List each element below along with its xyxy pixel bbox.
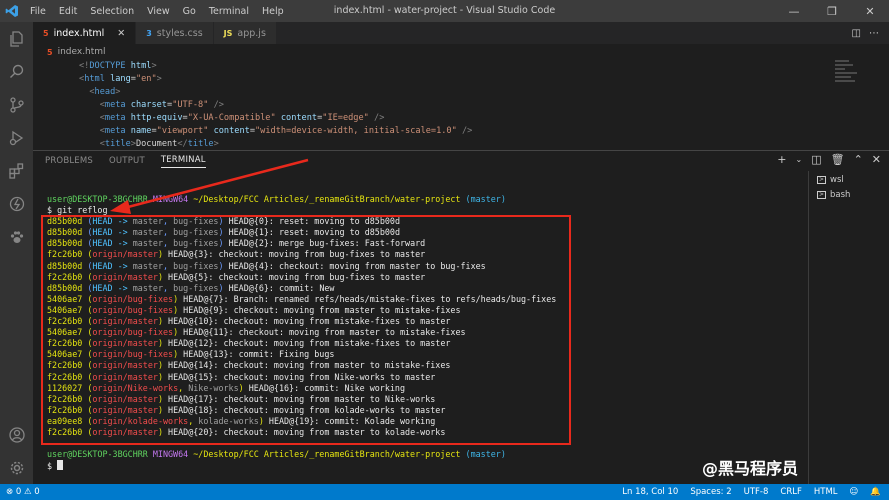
terminal-label: wsl [830,174,844,185]
code-line: <meta http-equiv="X-UA-Compatible" conte… [99,113,385,123]
breadcrumb-file[interactable]: index.html [58,47,106,57]
trash-icon[interactable]: 🗑 [831,153,845,166]
close-panel-icon[interactable]: ✕ [872,153,881,166]
error-icon: ⊗ [6,487,14,497]
problems-status[interactable]: ⊗ 0 ⚠ 0 [6,487,40,497]
tab-app-js[interactable]: JS app.js [213,22,277,44]
restore-icon[interactable]: ❐ [813,0,851,22]
chevron-down-icon[interactable]: ⌄ [795,155,802,166]
tab-styles-css[interactable]: 3 styles.css [136,22,214,44]
terminal-prompt: user@DESKTOP-3BGCHRR MINGW64 ~/Desktop/F… [47,449,506,459]
title-bar: File Edit Selection View Go Terminal Hel… [0,0,889,22]
indentation[interactable]: Spaces: 2 [690,487,731,497]
terminal-prompt: user@DESKTOP-3BGCHRR MINGW64 ~/Desktop/F… [47,194,506,204]
panel-tabs: PROBLEMS OUTPUT TERMINAL [33,151,889,171]
extensions-icon[interactable] [0,154,33,187]
encoding[interactable]: UTF-8 [744,487,769,497]
menu-selection[interactable]: Selection [90,6,134,17]
menu-help[interactable]: Help [262,6,284,17]
menu-terminal[interactable]: Terminal [209,6,249,17]
minimize-icon[interactable]: — [775,0,813,22]
minimap[interactable] [835,60,859,94]
line-ending[interactable]: CRLF [780,487,801,497]
split-editor-icon[interactable]: ◫ [852,28,861,39]
warning-icon: ⚠ [23,487,32,497]
js-file-icon: JS [223,28,233,38]
code-line: <html lang="en"> [79,74,162,84]
code-line: <!DOCTYPE html> [79,61,157,71]
menu-bar: File Edit Selection View Go Terminal Hel… [30,6,284,17]
account-icon[interactable] [0,418,33,451]
terminal-item-wsl[interactable]: > wsl [809,173,889,186]
terminal-final-prompt[interactable]: user@DESKTOP-3BGCHRR MINGW64 ~/Desktop/F… [47,449,797,471]
terminal-item-bash[interactable]: > bash [809,188,889,201]
new-terminal-icon[interactable]: + [777,153,786,166]
language-mode[interactable]: HTML [814,487,838,497]
tab-index-html[interactable]: 5 index.html ✕ [33,22,137,44]
menu-file[interactable]: File [30,6,46,17]
window-controls: — ❐ ✕ [775,0,889,22]
menu-edit[interactable]: Edit [59,6,77,17]
tab-label: app.js [237,27,266,39]
search-icon[interactable] [0,55,33,88]
menu-view[interactable]: View [147,6,170,17]
terminal-cursor [57,460,64,471]
more-actions-icon[interactable]: ⋯ [869,28,879,39]
vscode-logo-icon [0,0,24,22]
code-line: <head> [89,87,121,97]
split-terminal-icon[interactable]: ◫ [811,153,821,166]
run-debug-icon[interactable] [0,121,33,154]
editor-tabs: 5 index.html ✕ 3 styles.css JS app.js ◫ … [33,22,889,44]
panel-actions: + ⌄ ◫ 🗑 ⌃ ✕ [777,153,881,166]
terminal-icon: > [817,190,826,199]
notifications-icon[interactable]: 🔔 [870,487,881,497]
terminal-icon: > [817,175,826,184]
code-line: <meta charset="UTF-8" /> [99,100,224,110]
remote-explorer-icon[interactable] [0,187,33,220]
settings-gear-icon[interactable] [0,451,33,484]
css-file-icon: 3 [146,28,152,38]
breadcrumb: 5 index.html [33,44,889,60]
close-icon[interactable]: ✕ [851,0,889,22]
terminal-list: > wsl > bash [808,171,889,485]
menu-go[interactable]: Go [183,6,196,17]
paw-extension-icon[interactable] [0,220,33,253]
status-bar: ⊗ 0 ⚠ 0 Ln 18, Col 10 Spaces: 2 UTF-8 CR… [0,484,889,500]
code-editor[interactable]: <!DOCTYPE html> <html lang="en"> <head> … [33,60,889,150]
terminal-label: bash [830,189,851,200]
editor-actions: ◫ ⋯ [852,22,889,44]
cursor-position[interactable]: Ln 18, Col 10 [622,487,678,497]
source-control-icon[interactable] [0,88,33,121]
tab-label: index.html [53,27,105,39]
tab-problems[interactable]: PROBLEMS [45,156,93,166]
html-file-icon: 5 [43,28,49,38]
maximize-panel-icon[interactable]: ⌃ [854,153,863,166]
tab-output[interactable]: OUTPUT [109,156,145,166]
tab-label: styles.css [156,27,203,39]
html-file-icon: 5 [47,47,53,57]
activity-bar [0,22,33,484]
explorer-icon[interactable] [0,22,33,55]
tab-terminal[interactable]: TERMINAL [160,155,206,168]
code-line: <title>Document</title> [99,139,219,149]
watermark: @黑马程序员 [702,459,799,478]
close-tab-icon[interactable]: ✕ [117,28,125,39]
terminal-input-line: $ [47,460,797,471]
highlight-box [41,215,571,445]
code-line: <meta name="viewport" content="width=dev… [99,126,473,136]
feedback-icon[interactable]: ☺ [850,487,859,497]
